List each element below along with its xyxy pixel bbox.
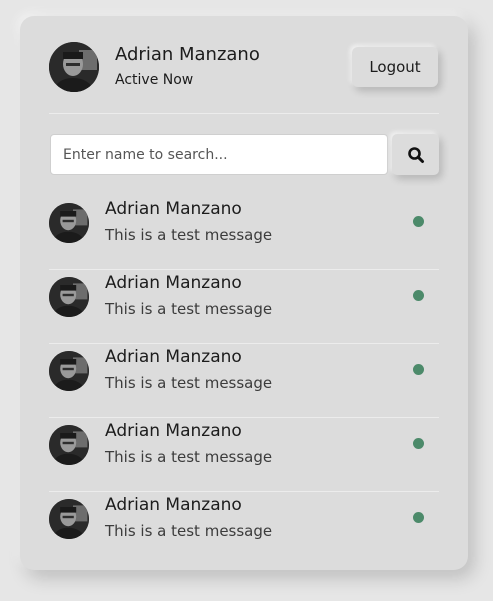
user-name: Adrian Manzano: [105, 421, 242, 441]
online-status-dot: [413, 438, 424, 449]
users-list: Adrian Manzano This is a test message Adri…: [49, 196, 439, 546]
online-status-dot: [413, 290, 424, 301]
user-photo-icon: [49, 499, 89, 539]
user-photo-icon: [49, 425, 89, 465]
user-avatar: [49, 203, 89, 243]
user-photo-icon: [49, 351, 89, 391]
search-button[interactable]: [392, 134, 439, 175]
user-name: Adrian Manzano: [105, 495, 242, 515]
profile-photo-icon: [49, 42, 99, 92]
user-list-item[interactable]: Adrian Manzano This is a test message: [49, 196, 439, 270]
user-photo-icon: [49, 203, 89, 243]
profile-name: Adrian Manzano: [115, 44, 260, 65]
user-last-message: This is a test message: [105, 448, 273, 466]
header-divider: [49, 113, 439, 114]
user-name: Adrian Manzano: [105, 347, 242, 367]
user-last-message: This is a test message: [105, 522, 273, 540]
user-photo-icon: [49, 277, 89, 317]
user-last-message: This is a test message: [105, 300, 273, 318]
user-last-message: This is a test message: [105, 226, 273, 244]
user-name: Adrian Manzano: [105, 199, 242, 219]
online-status-dot: [413, 512, 424, 523]
user-list-item[interactable]: Adrian Manzano This is a test message: [49, 492, 439, 546]
user-avatar: [49, 351, 89, 391]
user-list-item[interactable]: Adrian Manzano This is a test message: [49, 270, 439, 344]
user-avatar: [49, 425, 89, 465]
user-list-item[interactable]: Adrian Manzano This is a test message: [49, 418, 439, 492]
profile-status: Active Now: [115, 72, 194, 88]
user-avatar: [49, 499, 89, 539]
user-last-message: This is a test message: [105, 374, 273, 392]
logout-button[interactable]: Logout: [352, 47, 438, 87]
search-input[interactable]: [50, 134, 388, 175]
profile-avatar: [49, 42, 99, 92]
search-icon: [407, 146, 424, 163]
user-name: Adrian Manzano: [105, 273, 242, 293]
online-status-dot: [413, 216, 424, 227]
user-list-item[interactable]: Adrian Manzano This is a test message: [49, 344, 439, 418]
user-avatar: [49, 277, 89, 317]
chat-users-panel: Adrian Manzano Active Now Logout Adrian …: [20, 16, 468, 570]
online-status-dot: [413, 364, 424, 375]
